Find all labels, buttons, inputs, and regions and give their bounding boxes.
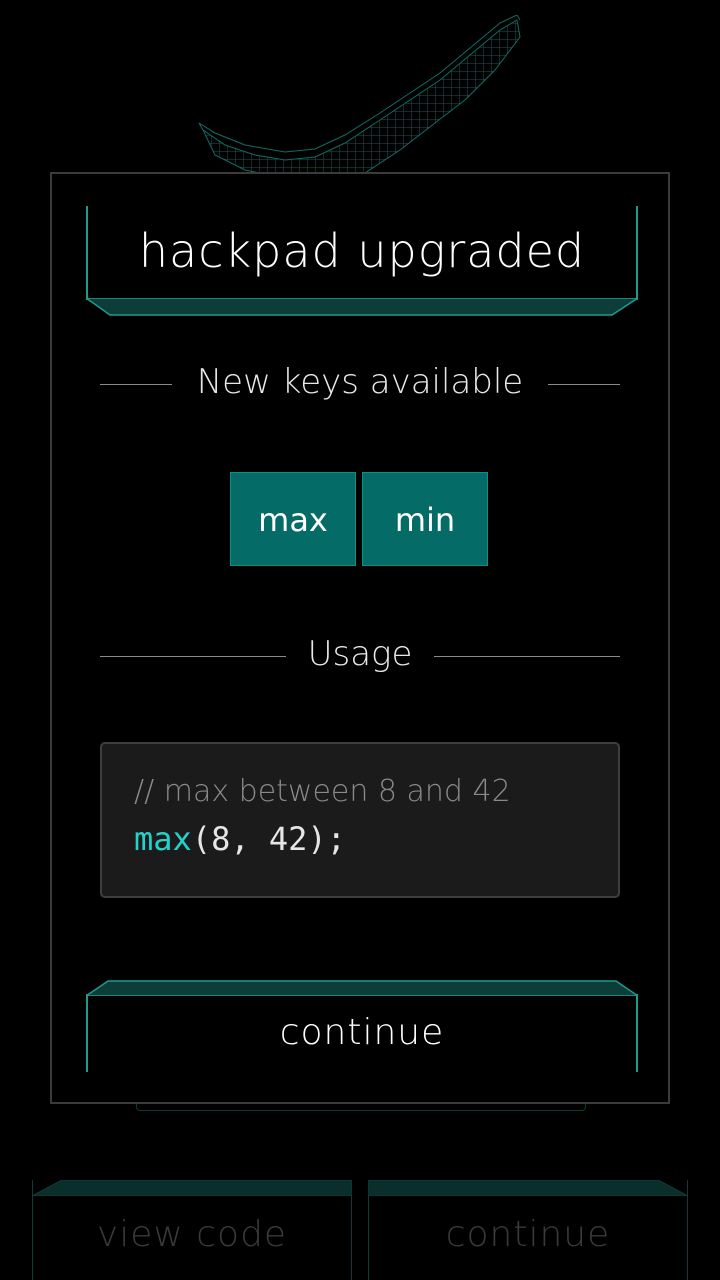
usage-heading-text: Usage — [307, 634, 413, 674]
new-keys-list: max min — [230, 472, 494, 568]
title-banner: hackpad upgraded — [86, 206, 638, 316]
code-arguments: (8, 42); — [191, 820, 346, 858]
code-line: max(8, 42); — [134, 820, 346, 858]
code-comment: // max between 8 and 42 — [134, 774, 511, 809]
new-keys-heading: New keys available — [100, 362, 620, 406]
continue-button[interactable]: continue — [86, 980, 638, 1072]
dialog-title: hackpad upgraded — [138, 224, 586, 278]
usage-heading: Usage — [100, 634, 620, 678]
background-continue-button[interactable]: continue — [368, 1180, 688, 1280]
background-continue-label: continue — [445, 1214, 611, 1255]
wireframe-mesh-decoration — [198, 15, 521, 181]
view-code-button[interactable]: view code — [32, 1180, 352, 1280]
usage-code-block: // max between 8 and 42 max(8, 42); — [100, 742, 620, 898]
new-keys-heading-text: New keys available — [196, 362, 524, 402]
button-bevel — [32, 1180, 352, 1196]
key-min[interactable]: min — [362, 472, 488, 566]
divider — [548, 384, 620, 385]
button-bevel — [368, 1180, 688, 1196]
key-max[interactable]: max — [230, 472, 356, 566]
continue-button-label: continue — [279, 1012, 445, 1053]
screen: view code continue hackpad upgraded New … — [0, 0, 720, 1280]
code-function-name: max — [134, 820, 192, 858]
upgrade-dialog: hackpad upgraded New keys available max … — [50, 172, 670, 1104]
title-banner-bevel — [86, 298, 638, 316]
view-code-label: view code — [96, 1214, 288, 1255]
divider — [434, 656, 620, 657]
